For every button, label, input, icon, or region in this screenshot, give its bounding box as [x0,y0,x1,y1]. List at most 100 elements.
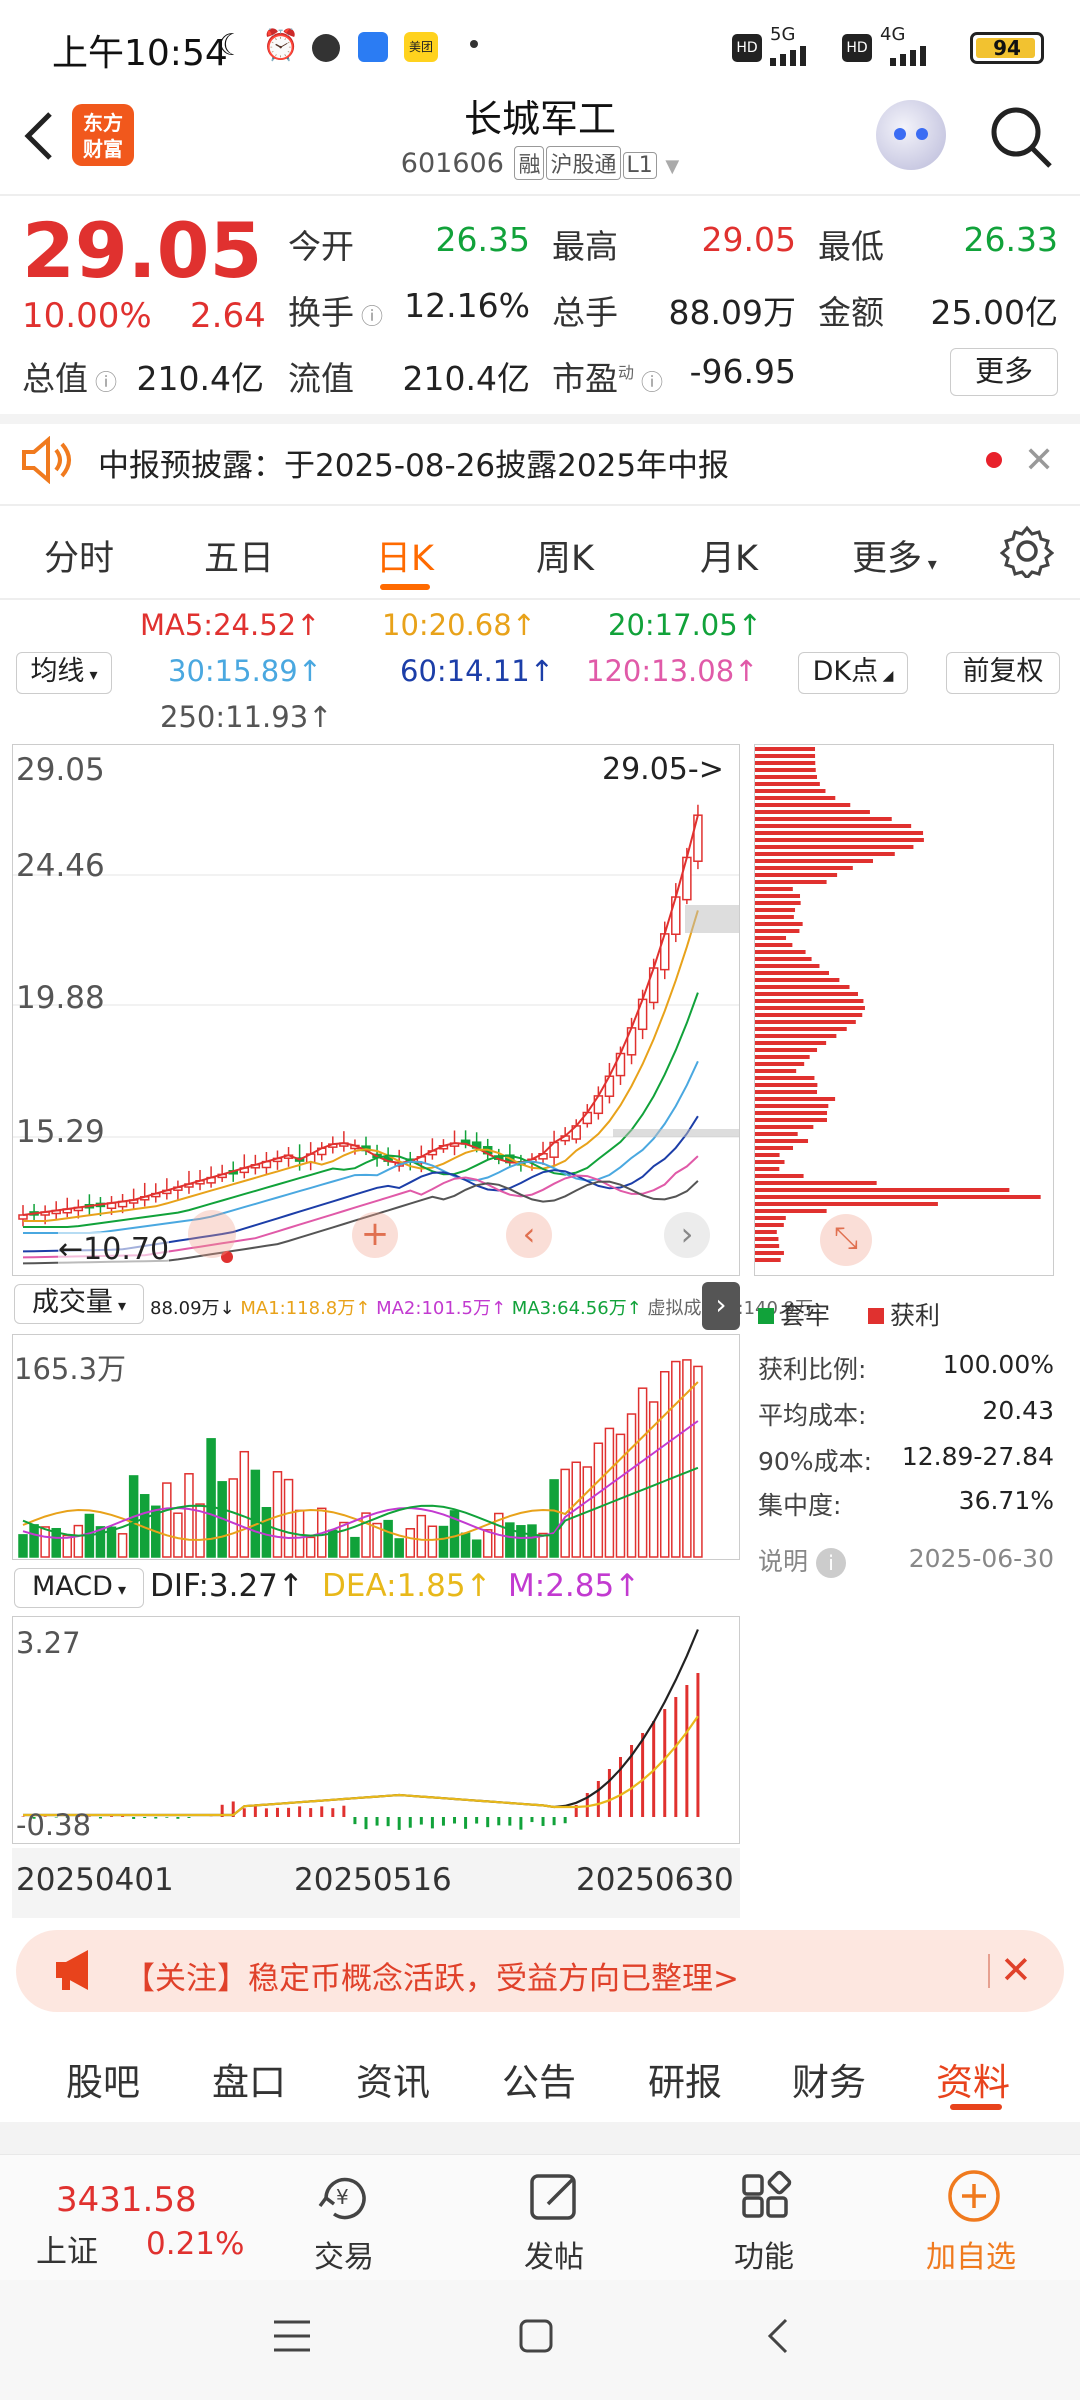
macd-chart[interactable] [12,1616,740,1844]
tab-profile[interactable]: 资料 [936,2052,1010,2106]
kline-chart[interactable] [12,744,740,1276]
tab-news[interactable]: 资讯 [356,2052,430,2106]
index-change[interactable]: 0.21% [146,2226,244,2262]
volume-bar [659,1371,670,1558]
svg-text:¥: ¥ [336,2185,349,2209]
adjust-button[interactable]: 前复权 [946,652,1060,694]
chip-bar [755,796,836,800]
nav-trade[interactable]: 交易 [314,2232,374,2276]
chip-bar [755,971,829,975]
volume-bar [73,1524,84,1558]
close-notice-button[interactable]: ✕ [1024,440,1054,481]
tab-orderbook[interactable]: 盘口 [212,2052,286,2106]
scroll-right-button[interactable]: › [664,1212,710,1258]
chip-bar [755,1048,818,1052]
expand-icon[interactable]: ⤡ [820,1214,872,1266]
zoom-in-button[interactable]: + [352,1212,398,1258]
volume-selector[interactable]: 成交量 ▾ [14,1284,144,1324]
chip-bar [755,1244,780,1248]
chip-bar [755,1153,780,1157]
chip-bar [755,838,924,842]
tab-announcements[interactable]: 公告 [502,2052,576,2106]
amount-value: 25.00亿 [930,293,1058,332]
post-icon[interactable] [526,2170,584,2224]
dk-point-button[interactable]: DK点 ◢ [798,652,908,694]
zoom-out-button[interactable] [188,1210,236,1258]
volume-bar [438,1525,449,1558]
tab-forum[interactable]: 股吧 [66,2052,140,2106]
macd-m: M:2.85↑ [508,1568,641,1604]
chip-bar [755,1104,829,1108]
tab-daily-k[interactable]: 日K [376,530,434,581]
index-value[interactable]: 3431.58 [56,2180,197,2220]
stat-value: 20.43 [982,1396,1054,1425]
collapse-panel-button[interactable]: › [702,1282,740,1330]
tab-more[interactable]: 更多 ▾ [852,530,937,581]
chip-bar [755,1139,809,1143]
hd-icon: HD [732,34,762,62]
chip-bar [755,1041,827,1045]
nav-functions[interactable]: 功能 [734,2232,794,2276]
assistant-avatar[interactable] [876,100,946,170]
tab-five-day[interactable]: 五日 [204,530,274,581]
close-banner-button[interactable]: ✕ [1000,1948,1032,1992]
chip-bar [755,1069,797,1073]
chip-bar [755,901,801,905]
volume-bar [405,1528,416,1558]
settings-button[interactable] [999,524,1055,581]
macd-line [23,1629,699,1817]
date-label: 20250401 [16,1862,174,1898]
volume-bar [29,1524,39,1558]
notice-text[interactable]: 中报预披露：于2025-08-26披露2025年中报 [98,440,729,485]
volume-bar [394,1538,404,1558]
macd-selector[interactable]: MACD ▾ [14,1568,144,1608]
search-button[interactable] [988,104,1054,170]
meituan-icon: 美团 [404,32,438,62]
scroll-left-button[interactable]: ‹ [506,1212,552,1258]
chip-bar [755,1202,938,1206]
banner-text[interactable]: 【关注】稳定币概念活跃，受益方向已整理> [124,1953,739,1998]
menu-icon[interactable] [272,2318,312,2354]
change-amount: 2.64 [190,296,266,336]
tab-weekly-k[interactable]: 周K [536,530,594,581]
trade-icon[interactable]: ¥ [316,2170,374,2224]
volume-bar [516,1525,526,1558]
chip-bar [755,1209,827,1213]
home-icon[interactable] [518,2318,554,2354]
stat-value: 100.00% [942,1350,1054,1379]
apps-icon[interactable] [736,2170,794,2224]
banner-divider [988,1954,990,1988]
tab-monthly-k[interactable]: 月K [700,530,758,581]
float-value: 210.4亿 [402,359,530,398]
volume-bar [350,1536,360,1558]
turnover-value: 12.16% [404,286,530,325]
caret-down-icon: ▼ [665,156,680,177]
chip-bar [755,1174,804,1178]
chip-distribution[interactable] [754,744,1054,1276]
back-nav-icon[interactable] [766,2316,790,2356]
chip-bar [755,964,820,968]
alarm-icon: ⏰ [262,28,300,63]
ma-selector[interactable]: 均线 ▾ [16,652,112,694]
dot-icon [470,40,478,48]
tab-financials[interactable]: 财务 [792,2052,866,2106]
chip-bar [755,929,800,933]
chip-bar [755,1167,780,1171]
low-price-tag: ←10.70 [58,1232,170,1267]
nav-add-watchlist[interactable]: 加自选 [926,2232,1016,2276]
chip-bar [755,1034,837,1038]
chip-note[interactable]: 说明 i [758,1542,846,1578]
index-name[interactable]: 上证 [36,2226,98,2271]
chip-bar [755,1013,863,1017]
chip-bar [755,768,816,772]
more-button[interactable]: 更多 [950,348,1058,396]
nav-post[interactable]: 发帖 [524,2232,584,2276]
low-value: 26.33 [963,220,1058,259]
kline-y-label: 24.46 [16,848,105,884]
add-watchlist-icon[interactable] [946,2168,1002,2224]
stat-label: 获利比例: [758,1355,867,1384]
tab-research[interactable]: 研报 [648,2052,722,2106]
tab-intraday[interactable]: 分时 [44,530,114,581]
high-value: 29.05 [701,220,796,259]
volume-bar [162,1482,172,1558]
